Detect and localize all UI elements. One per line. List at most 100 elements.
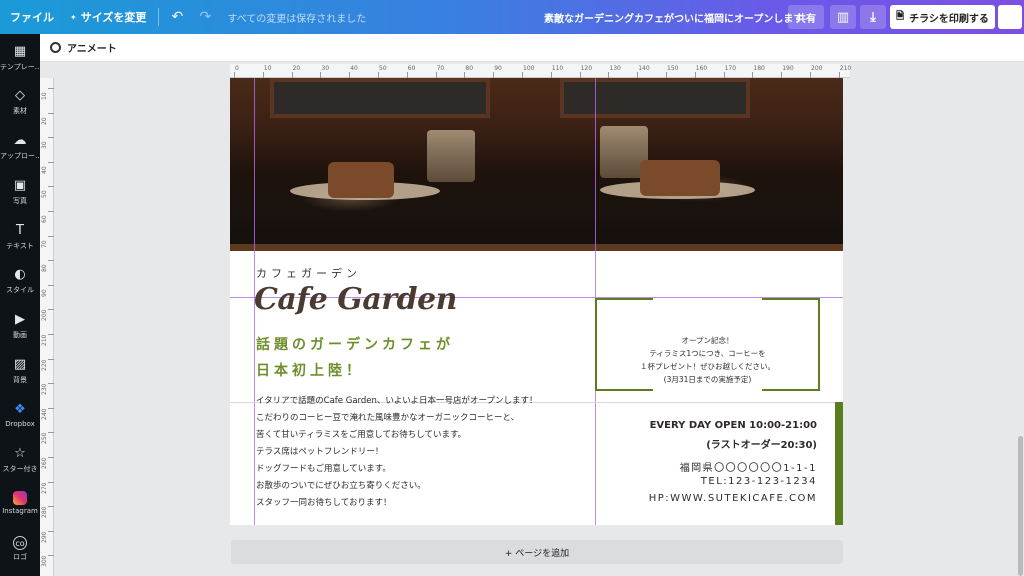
ruler-tick <box>48 334 54 335</box>
file-menu-button[interactable]: ファイル <box>2 0 62 34</box>
ruler-tick-label: 120 <box>580 65 593 72</box>
resize-button[interactable]: ✦ サイズを変更 <box>62 0 154 34</box>
insights-icon[interactable]: ▥ <box>830 5 856 29</box>
website-text[interactable]: HP:WWW.SUTEKICAFE.COM <box>649 493 817 504</box>
body-text-line[interactable]: お散歩のついでにぜひお立ち寄りください。 <box>256 479 426 491</box>
sidebar-item-label: Instagram <box>2 507 38 515</box>
photo-cake-right <box>640 160 720 196</box>
sidebar-item-text[interactable]: T テキスト <box>0 223 40 251</box>
share-button[interactable]: 共有 <box>788 5 824 29</box>
promo-frame-edge <box>762 389 820 391</box>
headline-line-2[interactable]: 日本初上陸！ <box>256 360 364 380</box>
ruler-tick-label: 300 <box>41 555 48 568</box>
ruler-tick-label: 80 <box>41 264 48 273</box>
promo-text-line: オープン記念！ <box>681 336 734 345</box>
cafe-name-kana[interactable]: カフェガーデン <box>256 265 361 281</box>
text-icon: T <box>16 223 24 238</box>
promo-frame-edge <box>595 389 653 391</box>
sidebar-item-dropbox[interactable]: ❖ Dropbox <box>0 402 40 428</box>
ruler-tick <box>48 309 54 311</box>
ruler-tick <box>48 112 54 114</box>
accent-bar <box>835 402 843 525</box>
body-text-line[interactable]: テラス席はペットフレンドリー！ <box>256 445 383 457</box>
ruler-tick <box>48 383 54 385</box>
promo-frame-edge <box>595 298 653 300</box>
redo-icon[interactable]: ↷ <box>191 0 219 34</box>
undo-icon[interactable]: ↶ <box>163 0 191 34</box>
ruler-tick-label: 280 <box>41 506 48 519</box>
sidebar-item-logos[interactable]: co ロゴ <box>0 536 40 562</box>
left-sidebar: ▦ テンプレー… ◇ 素材 ☁ アップロー… ▣ 写真 T テキスト ◐ スタイ… <box>0 34 40 576</box>
ruler-tick-label: 130 <box>609 65 621 72</box>
upload-icon: ☁ <box>13 133 27 148</box>
opening-hours[interactable]: EVERY DAY OPEN 10:00-21:00 <box>650 420 817 431</box>
ruler-tick <box>48 432 54 434</box>
ruler-tick-label: 250 <box>41 432 48 445</box>
ruler-tick-label: 110 <box>551 65 564 72</box>
sidebar-item-background[interactable]: ▨ 背景 <box>0 357 40 385</box>
download-icon[interactable]: ⤓ <box>860 5 886 29</box>
flyer-page[interactable]: カフェガーデン Cafe Garden 話題のガーデンカフェが 日本初上陸！ イ… <box>230 78 843 525</box>
ruler-tick-label: 210 <box>41 334 48 346</box>
promo-text-line: １杯プレゼント！ぜひお越しください。 <box>640 362 775 371</box>
cafe-logo-text[interactable]: Cafe Garden <box>254 282 458 317</box>
document-title[interactable]: 素敵なガーデニングカフェがついに福岡にオープンします <box>544 0 803 34</box>
headline-line-1[interactable]: 話題のガーデンカフェが <box>256 334 454 354</box>
ruler-tick-label: 90 <box>494 65 502 72</box>
ruler-tick-label: 40 <box>41 166 48 174</box>
ruler-tick-label: 150 <box>667 65 679 72</box>
sidebar-item-instagram[interactable]: Instagram <box>0 491 40 515</box>
ruler-tick-label: 100 <box>523 65 535 72</box>
ruler-tick-label: 160 <box>695 65 708 72</box>
scrollbar-thumb[interactable] <box>1018 436 1023 576</box>
ruler-tick-label: 20 <box>292 65 301 72</box>
sidebar-item-label: 写真 <box>13 197 27 205</box>
body-text-line[interactable]: スタッフ一同お待ちしております！ <box>256 496 392 508</box>
promo-box[interactable]: オープン記念！ ティラミス1つにつき、コーヒーを １杯プレゼント！ぜひお越しくだ… <box>595 298 820 391</box>
sidebar-item-videos[interactable]: ▶ 動画 <box>0 312 40 340</box>
photo-icon: ▣ <box>13 178 27 193</box>
animate-button[interactable]: アニメート <box>67 40 117 55</box>
ruler-tick-label: 260 <box>41 457 48 469</box>
last-order-time[interactable]: (ラストオーダー20:30) <box>706 436 817 451</box>
phone-text[interactable]: TEL:123-123-1234 <box>701 476 817 487</box>
ruler-tick <box>48 186 54 188</box>
print-flyer-button[interactable]: 🗎 チラシを印刷する <box>890 5 995 29</box>
body-text-line[interactable]: ドッグフードもご用意しています。 <box>256 462 391 474</box>
photo-cake-left <box>328 162 394 198</box>
sidebar-item-elements[interactable]: ◇ 素材 <box>0 88 40 116</box>
ruler-tick-label: 30 <box>321 65 330 72</box>
ruler-tick-label: 140 <box>638 65 650 72</box>
promo-frame-edge <box>762 298 820 300</box>
body-text-line[interactable]: こだわりのコーヒー豆で淹れた風味豊かなオーガニックコーヒーと、 <box>256 411 519 423</box>
body-text-line[interactable]: イタリアで話題のCafe Garden、いよいよ日本一号店がオープンします！ <box>256 394 538 406</box>
ruler-tick-label: 60 <box>41 215 48 223</box>
sidebar-item-starred[interactable]: ☆ スター付き <box>0 446 40 474</box>
add-page-button[interactable]: + ページを追加 <box>231 540 843 564</box>
star-icon: ✦ <box>70 12 77 22</box>
ruler-tick <box>48 235 54 237</box>
ruler-tick-label: 50 <box>379 65 387 72</box>
top-toolbar: ファイル ✦ サイズを変更 ↶ ↷ すべての変更は保存されました 素敵なガーデニ… <box>0 0 1024 34</box>
save-status: すべての変更は保存されました <box>227 13 367 25</box>
ruler-tick <box>48 284 54 286</box>
sidebar-item-uploads[interactable]: ☁ アップロー… <box>0 133 40 161</box>
ruler-tick <box>48 137 54 139</box>
body-text-line[interactable]: 苦くて甘いティラミスをご用意してお待ちしています。 <box>256 428 466 440</box>
ruler-tick-label: 70 <box>41 239 48 248</box>
sidebar-item-label: 背景 <box>13 376 27 384</box>
ruler-tick <box>48 260 54 262</box>
background-icon: ▨ <box>13 357 27 372</box>
promo-text-line: ティラミス1つにつき、コーヒーを <box>649 349 766 358</box>
more-button[interactable] <box>998 5 1022 29</box>
resize-label: サイズを変更 <box>80 11 147 24</box>
ruler-tick-label: 200 <box>41 309 48 322</box>
sidebar-item-templates[interactable]: ▦ テンプレー… <box>0 44 40 72</box>
sidebar-item-photos[interactable]: ▣ 写真 <box>0 178 40 206</box>
ruler-tick-label: 40 <box>350 65 358 72</box>
address-text[interactable]: 福岡県〇〇〇〇〇〇1-1-1 <box>680 459 817 474</box>
ruler-tick <box>48 358 54 360</box>
sidebar-item-label: 動画 <box>13 331 27 339</box>
sidebar-item-styles[interactable]: ◐ スタイル <box>0 267 40 295</box>
cafe-photo[interactable] <box>230 78 843 251</box>
